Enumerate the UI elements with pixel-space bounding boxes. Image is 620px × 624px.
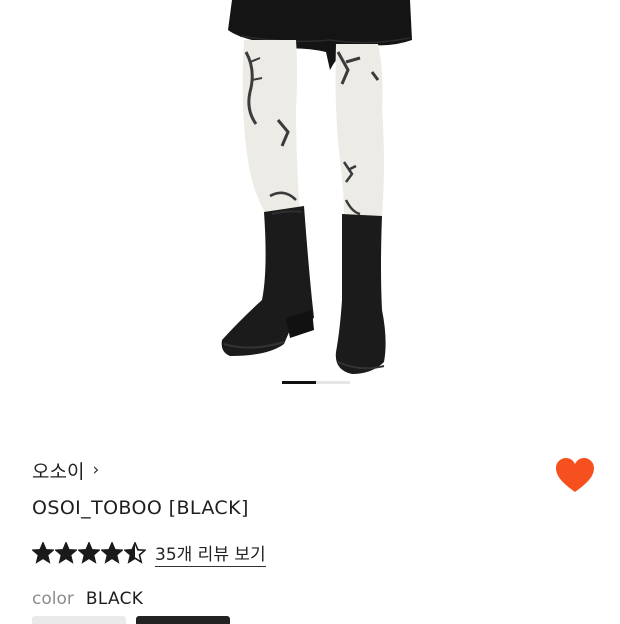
carousel-indicator-rest [316, 381, 350, 384]
carousel-indicator [282, 381, 350, 384]
product-photo [221, 0, 412, 374]
star-icon [78, 542, 100, 564]
review-link[interactable]: 35개 리뷰 보기 [155, 540, 266, 567]
rating-row: 35개 리뷰 보기 [32, 540, 266, 567]
star-icon [55, 542, 77, 564]
color-swatch[interactable] [32, 616, 126, 624]
option-row: color BLACK [32, 587, 143, 611]
star-icon [32, 542, 54, 564]
heart-icon [556, 458, 594, 492]
chevron-right-icon: › [92, 460, 100, 480]
star-icon [101, 542, 123, 564]
carousel-indicator-active [282, 381, 316, 384]
color-swatch-selected[interactable] [136, 616, 230, 624]
star-icon [124, 542, 146, 564]
product-image[interactable] [0, 0, 620, 398]
product-name: OSOI_TOBOO [BLACK] [32, 497, 249, 519]
wishlist-button[interactable] [554, 456, 596, 494]
option-value: BLACK [85, 589, 144, 609]
option-label: color [32, 589, 74, 609]
star-rating [32, 542, 147, 564]
brand-name: 오소이 [32, 460, 85, 483]
brand-link[interactable]: 오소이 › [32, 455, 99, 485]
